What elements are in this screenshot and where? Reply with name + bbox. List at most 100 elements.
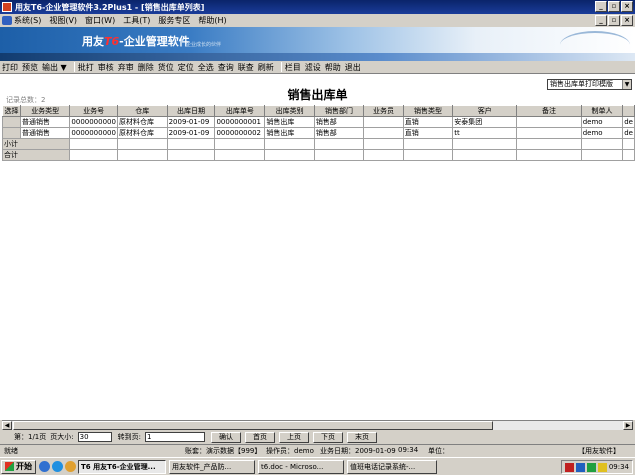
menu-window[interactable]: 窗口(W) [85, 15, 115, 26]
system-menu-icon[interactable] [2, 16, 12, 25]
first-page-button[interactable]: 首页 [244, 431, 275, 443]
task-word-doc[interactable]: t6.doc - Microso... [258, 459, 344, 474]
col-sales-dept[interactable]: 销售部门 [313, 105, 365, 117]
subtotal-label: 小计 [1, 138, 71, 150]
status-ready: 就绪 [4, 447, 18, 455]
logo-brand: 用友 [82, 35, 104, 48]
table-cell: 2009-01-09 [166, 116, 216, 128]
status-bar: 就绪 账套：演示数据【999】 操作员：demo 业务日期：2009-01-09… [0, 444, 635, 456]
menu-system[interactable]: 系统(S) [14, 15, 41, 26]
print-button[interactable]: 打印 [2, 62, 18, 73]
ie-icon[interactable] [52, 461, 63, 472]
table-cell: 原材料仓库 [116, 116, 168, 128]
col-customer[interactable]: 客户 [452, 105, 518, 117]
doc-restore-button[interactable]: ▫ [608, 15, 620, 26]
col-outbound-date[interactable]: 出库日期 [166, 105, 216, 117]
unaudit-button[interactable]: 弃审 [118, 62, 134, 73]
close-button[interactable]: × [621, 1, 633, 12]
scrollbar-thumb[interactable] [13, 421, 493, 430]
page-size-input[interactable] [77, 432, 112, 442]
tray-volume-icon[interactable] [597, 462, 607, 472]
column-button[interactable]: 栏目 [285, 62, 301, 73]
minimize-button[interactable]: _ [595, 1, 607, 12]
table-cell: 普通销售 [19, 116, 71, 128]
toolbar: 打印 预览 输出 ▼ 批打 审核 弃审 删除 货位 定位 全选 查询 联查 刷新… [0, 61, 635, 74]
table-row[interactable]: 普通销售 0000000000 原材料仓库 2009-01-09 0000000… [2, 116, 635, 128]
row-select-cell[interactable] [2, 127, 21, 139]
task-duty-phone[interactable]: 值班电话记录系统-... [347, 459, 437, 474]
task-yonyou-product[interactable]: 用友软件_产品防... [169, 459, 255, 474]
doc-close-button[interactable]: × [621, 15, 633, 26]
start-button[interactable]: 开始 [1, 459, 36, 474]
table-cell: de [622, 116, 635, 128]
status-biz-date: 业务日期：2009-01-09 [320, 447, 396, 455]
maximize-button[interactable]: ▫ [608, 1, 620, 12]
query-button[interactable]: 查询 [218, 62, 234, 73]
prev-page-button[interactable]: 上页 [278, 431, 309, 443]
status-time: 09:34 [398, 446, 419, 454]
refresh-button[interactable]: 刷新 [258, 62, 274, 73]
col-business-no[interactable]: 业务号 [69, 105, 118, 117]
help-button[interactable]: 帮助 [325, 62, 341, 73]
exit-button[interactable]: 退出 [345, 62, 361, 73]
delete-button[interactable]: 删除 [138, 62, 154, 73]
tray-app-icon[interactable] [564, 462, 574, 472]
col-business-type[interactable]: 业务类型 [19, 105, 71, 117]
table-cell: 直销 [402, 127, 454, 139]
goods-location-button[interactable]: 货位 [158, 62, 174, 73]
product-logo: 用友T6-企业管理软件 [82, 33, 190, 49]
outlook-icon[interactable] [65, 461, 76, 472]
app-icon [2, 2, 12, 12]
table-cell: tt [452, 127, 518, 139]
row-select-cell[interactable] [2, 116, 21, 128]
table-cell: 销售部 [313, 116, 365, 128]
doc-minimize-button[interactable]: _ [595, 15, 607, 26]
horizontal-scrollbar[interactable]: ◀ ▶ [2, 420, 633, 430]
col-outbound-no[interactable]: 出库单号 [214, 105, 266, 117]
subtotal-row: 小计 [1, 138, 635, 150]
table-cell: 销售部 [313, 127, 365, 139]
menu-service[interactable]: 服务专区 [158, 15, 190, 26]
task-t6[interactable]: T6 用友T6-企业管理... [78, 459, 166, 474]
audit-button[interactable]: 审核 [98, 62, 114, 73]
filter-button[interactable]: 滤设 [305, 62, 321, 73]
col-outbound-category[interactable]: 出库类别 [264, 105, 315, 117]
col-select[interactable]: 选择 [2, 105, 21, 117]
table-cell [516, 116, 582, 128]
export-button[interactable]: 输出 ▼ [42, 62, 67, 73]
menu-tools[interactable]: 工具(T) [123, 15, 150, 26]
next-page-button[interactable]: 下页 [312, 431, 343, 443]
select-all-button[interactable]: 全选 [198, 62, 214, 73]
scroll-left-icon[interactable]: ◀ [2, 421, 12, 430]
confirm-button[interactable]: 确认 [210, 431, 241, 443]
batch-print-button[interactable]: 批打 [78, 62, 94, 73]
scroll-right-icon[interactable]: ▶ [623, 421, 633, 430]
tray-network-icon[interactable] [575, 462, 585, 472]
preview-button[interactable]: 预览 [22, 62, 38, 73]
menu-view[interactable]: 视图(V) [49, 15, 77, 26]
table-cell [363, 127, 404, 139]
window-title: 用友T6-企业管理软件3.2Plus1 - [销售出库单列表] [15, 2, 205, 12]
taskbar: 开始 T6 用友T6-企业管理... 用友软件_产品防... t6.doc - … [0, 457, 635, 475]
col-creator[interactable]: 制单人 [580, 105, 624, 117]
tray-security-icon[interactable] [586, 462, 596, 472]
last-page-button[interactable]: 末页 [346, 431, 377, 443]
table-cell: de [622, 127, 635, 139]
col-remark[interactable]: 备注 [516, 105, 582, 117]
desktop-icon[interactable] [39, 461, 50, 472]
table-row[interactable]: 普通销售 0000000000 原材料仓库 2009-01-09 0000000… [2, 127, 635, 139]
menu-help[interactable]: 帮助(H) [198, 15, 226, 26]
col-salesperson[interactable]: 业务员 [363, 105, 404, 117]
goto-page-input[interactable] [144, 432, 205, 442]
sales-outbound-table: 选择 业务类型 业务号 仓库 出库日期 出库单号 出库类别 销售部门 业务员 销… [1, 105, 635, 161]
table-cell: 销售出库 [264, 127, 315, 139]
col-sales-type[interactable]: 销售类型 [402, 105, 454, 117]
locate-button[interactable]: 定位 [178, 62, 194, 73]
col-warehouse[interactable]: 仓库 [116, 105, 168, 117]
windows-logo-icon [5, 462, 14, 471]
col-overflow[interactable] [622, 105, 635, 117]
table-cell: 0000000000 [69, 116, 118, 128]
table-cell [363, 116, 404, 128]
product-banner: 用友T6-企业管理软件 企业成长的伙伴 [0, 27, 635, 61]
related-query-button[interactable]: 联查 [238, 62, 254, 73]
